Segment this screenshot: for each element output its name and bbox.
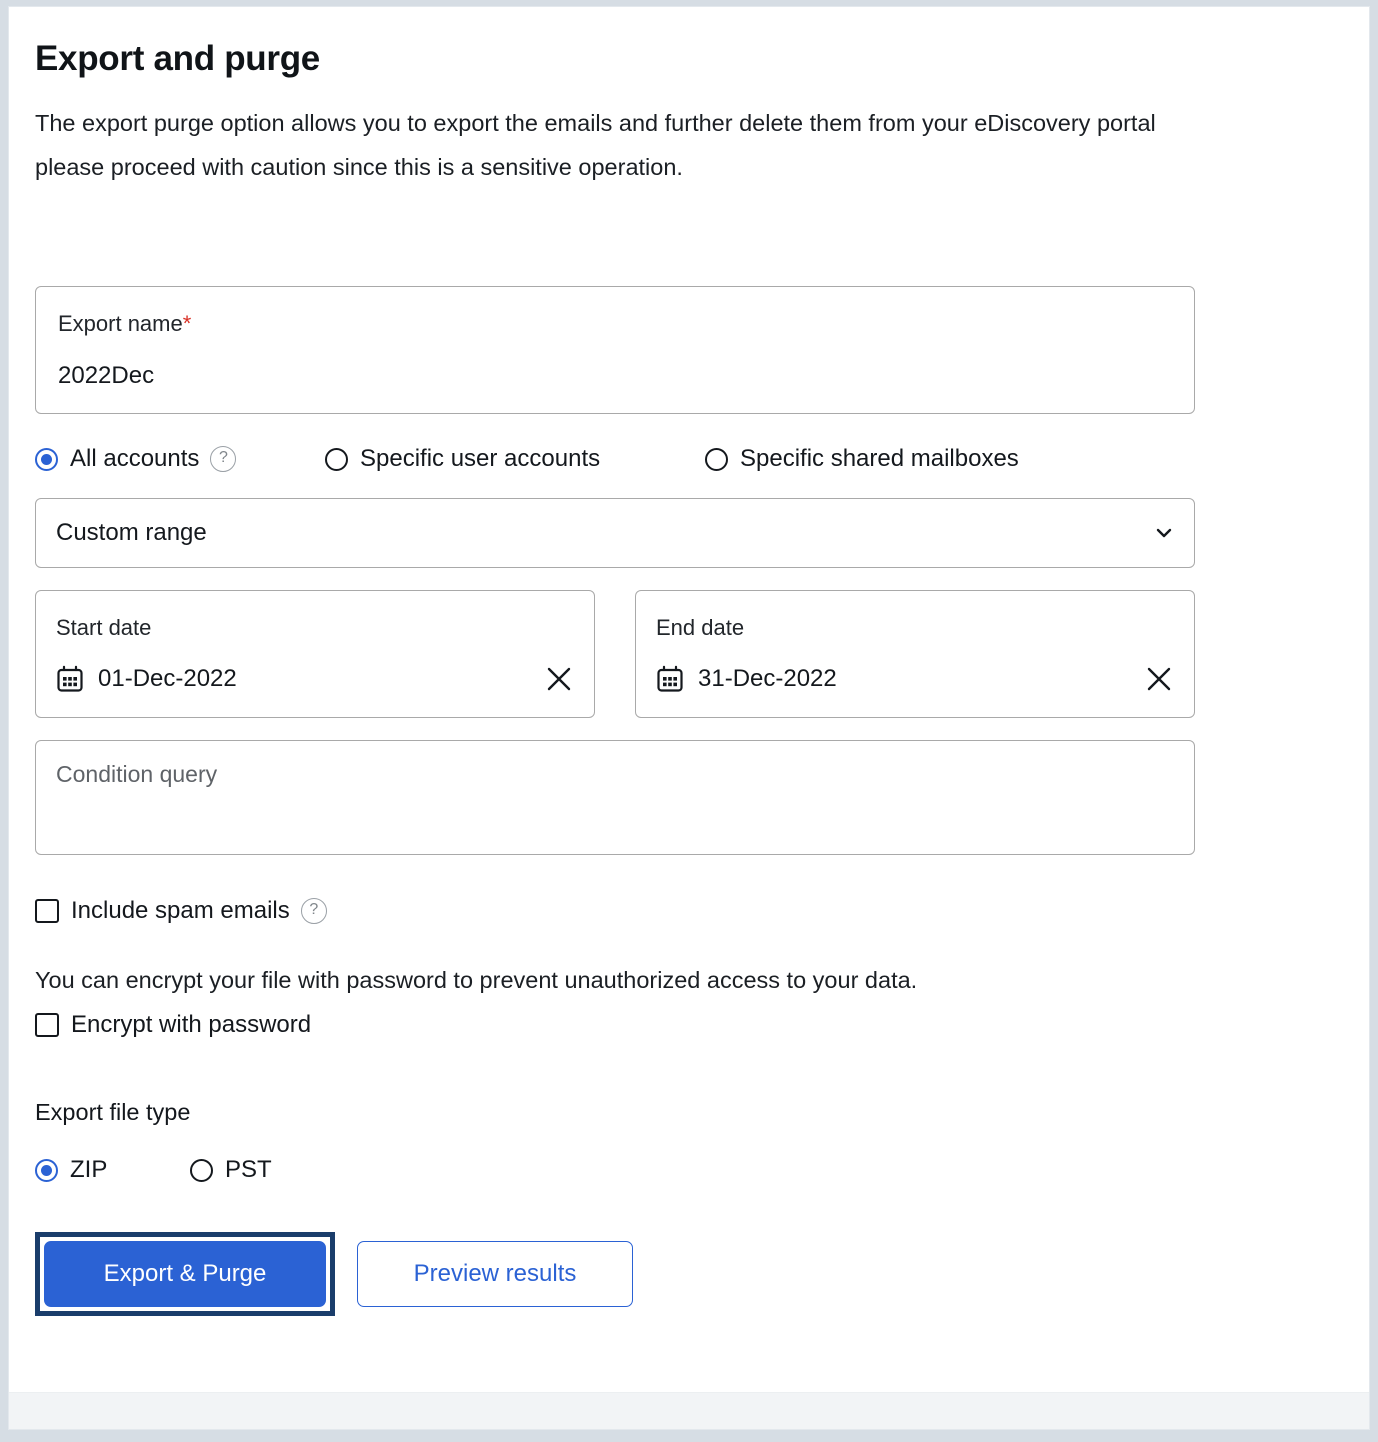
clear-end-date-icon[interactable] [1144,664,1174,694]
export-name-label-text: Export name [58,311,183,336]
radio-zip-label: ZIP [70,1158,107,1182]
radio-option-zip[interactable]: ZIP [35,1153,190,1187]
end-date-field[interactable]: End date 31-Dec-2022 [635,590,1195,718]
radio-zip-icon[interactable] [35,1159,58,1182]
calendar-icon[interactable] [656,665,684,693]
export-file-type-radio-group: ZIP PST [35,1154,1343,1186]
export-name-field[interactable]: Export name* 2022Dec [35,286,1195,414]
end-date-value-row: 31-Dec-2022 [656,661,1174,697]
encrypt-with-password-checkbox[interactable] [35,1013,59,1037]
page-description-line-2: please proceed with caution since this i… [35,145,1370,189]
page-title: Export and purge [35,7,1343,79]
include-spam-label: Include spam emails [71,899,290,923]
include-spam-checkbox[interactable] [35,899,59,923]
start-date-value-row: 01-Dec-2022 [56,661,574,697]
chevron-down-icon[interactable] [1154,523,1174,543]
radio-option-pst[interactable]: PST [190,1153,272,1187]
encrypt-with-password-label: Encrypt with password [71,1013,311,1037]
radio-option-specific-user-accounts[interactable]: Specific user accounts [325,442,705,476]
start-date-value[interactable]: 01-Dec-2022 [98,667,544,691]
account-scope-radio-group: All accounts ? Specific user accounts Sp… [35,442,1343,476]
radio-all-accounts-icon[interactable] [35,448,58,471]
radio-specific-shared-mailboxes-icon[interactable] [705,448,728,471]
date-range-selected-value: Custom range [56,519,1154,547]
panel-footer-strip [9,1392,1369,1429]
start-date-field[interactable]: Start date 01-Dec-2022 [35,590,595,718]
help-icon-all-accounts[interactable]: ? [210,446,236,472]
encrypt-with-password-row[interactable]: Encrypt with password [35,1009,1343,1041]
encryption-note: You can encrypt your file with password … [35,969,1343,993]
end-date-label: End date [656,617,1174,639]
export-name-label: Export name* [58,313,1172,335]
date-range-select[interactable]: Custom range [35,498,1195,568]
export-and-purge-button[interactable]: Export & Purge [44,1241,326,1307]
radio-pst-icon[interactable] [190,1159,213,1182]
export-file-type-title: Export file type [35,1101,1343,1125]
radio-specific-user-accounts-icon[interactable] [325,448,348,471]
required-asterisk-icon: * [183,311,192,336]
preview-results-button[interactable]: Preview results [357,1241,633,1307]
page-description: The export purge option allows you to ex… [35,79,1370,189]
include-spam-row[interactable]: Include spam emails ? [35,895,1343,927]
panel-body: Export and purge The export purge option… [9,7,1369,1429]
radio-specific-user-accounts-label: Specific user accounts [360,447,600,471]
export-name-value[interactable]: 2022Dec [58,364,1172,388]
end-date-value[interactable]: 31-Dec-2022 [698,667,1144,691]
radio-pst-label: PST [225,1158,272,1182]
radio-all-accounts-label: All accounts [70,447,199,471]
export-and-purge-panel: Export and purge The export purge option… [8,6,1370,1430]
calendar-icon[interactable] [56,665,84,693]
condition-query-placeholder: Condition query [56,763,1174,786]
radio-specific-shared-mailboxes-label: Specific shared mailboxes [740,447,1019,471]
action-button-row: Export & Purge Preview results [35,1232,1343,1316]
export-purge-highlight-annotation: Export & Purge [35,1232,335,1316]
condition-query-field[interactable]: Condition query [35,740,1195,855]
help-icon-include-spam[interactable]: ? [301,898,327,924]
start-date-label: Start date [56,617,574,639]
page-description-line-1: The export purge option allows you to ex… [35,110,1156,136]
radio-option-all-accounts[interactable]: All accounts ? [35,442,325,476]
clear-start-date-icon[interactable] [544,664,574,694]
radio-option-specific-shared-mailboxes[interactable]: Specific shared mailboxes [705,442,1019,476]
date-range-fields: Start date 01-Dec-2022 [35,590,1343,718]
